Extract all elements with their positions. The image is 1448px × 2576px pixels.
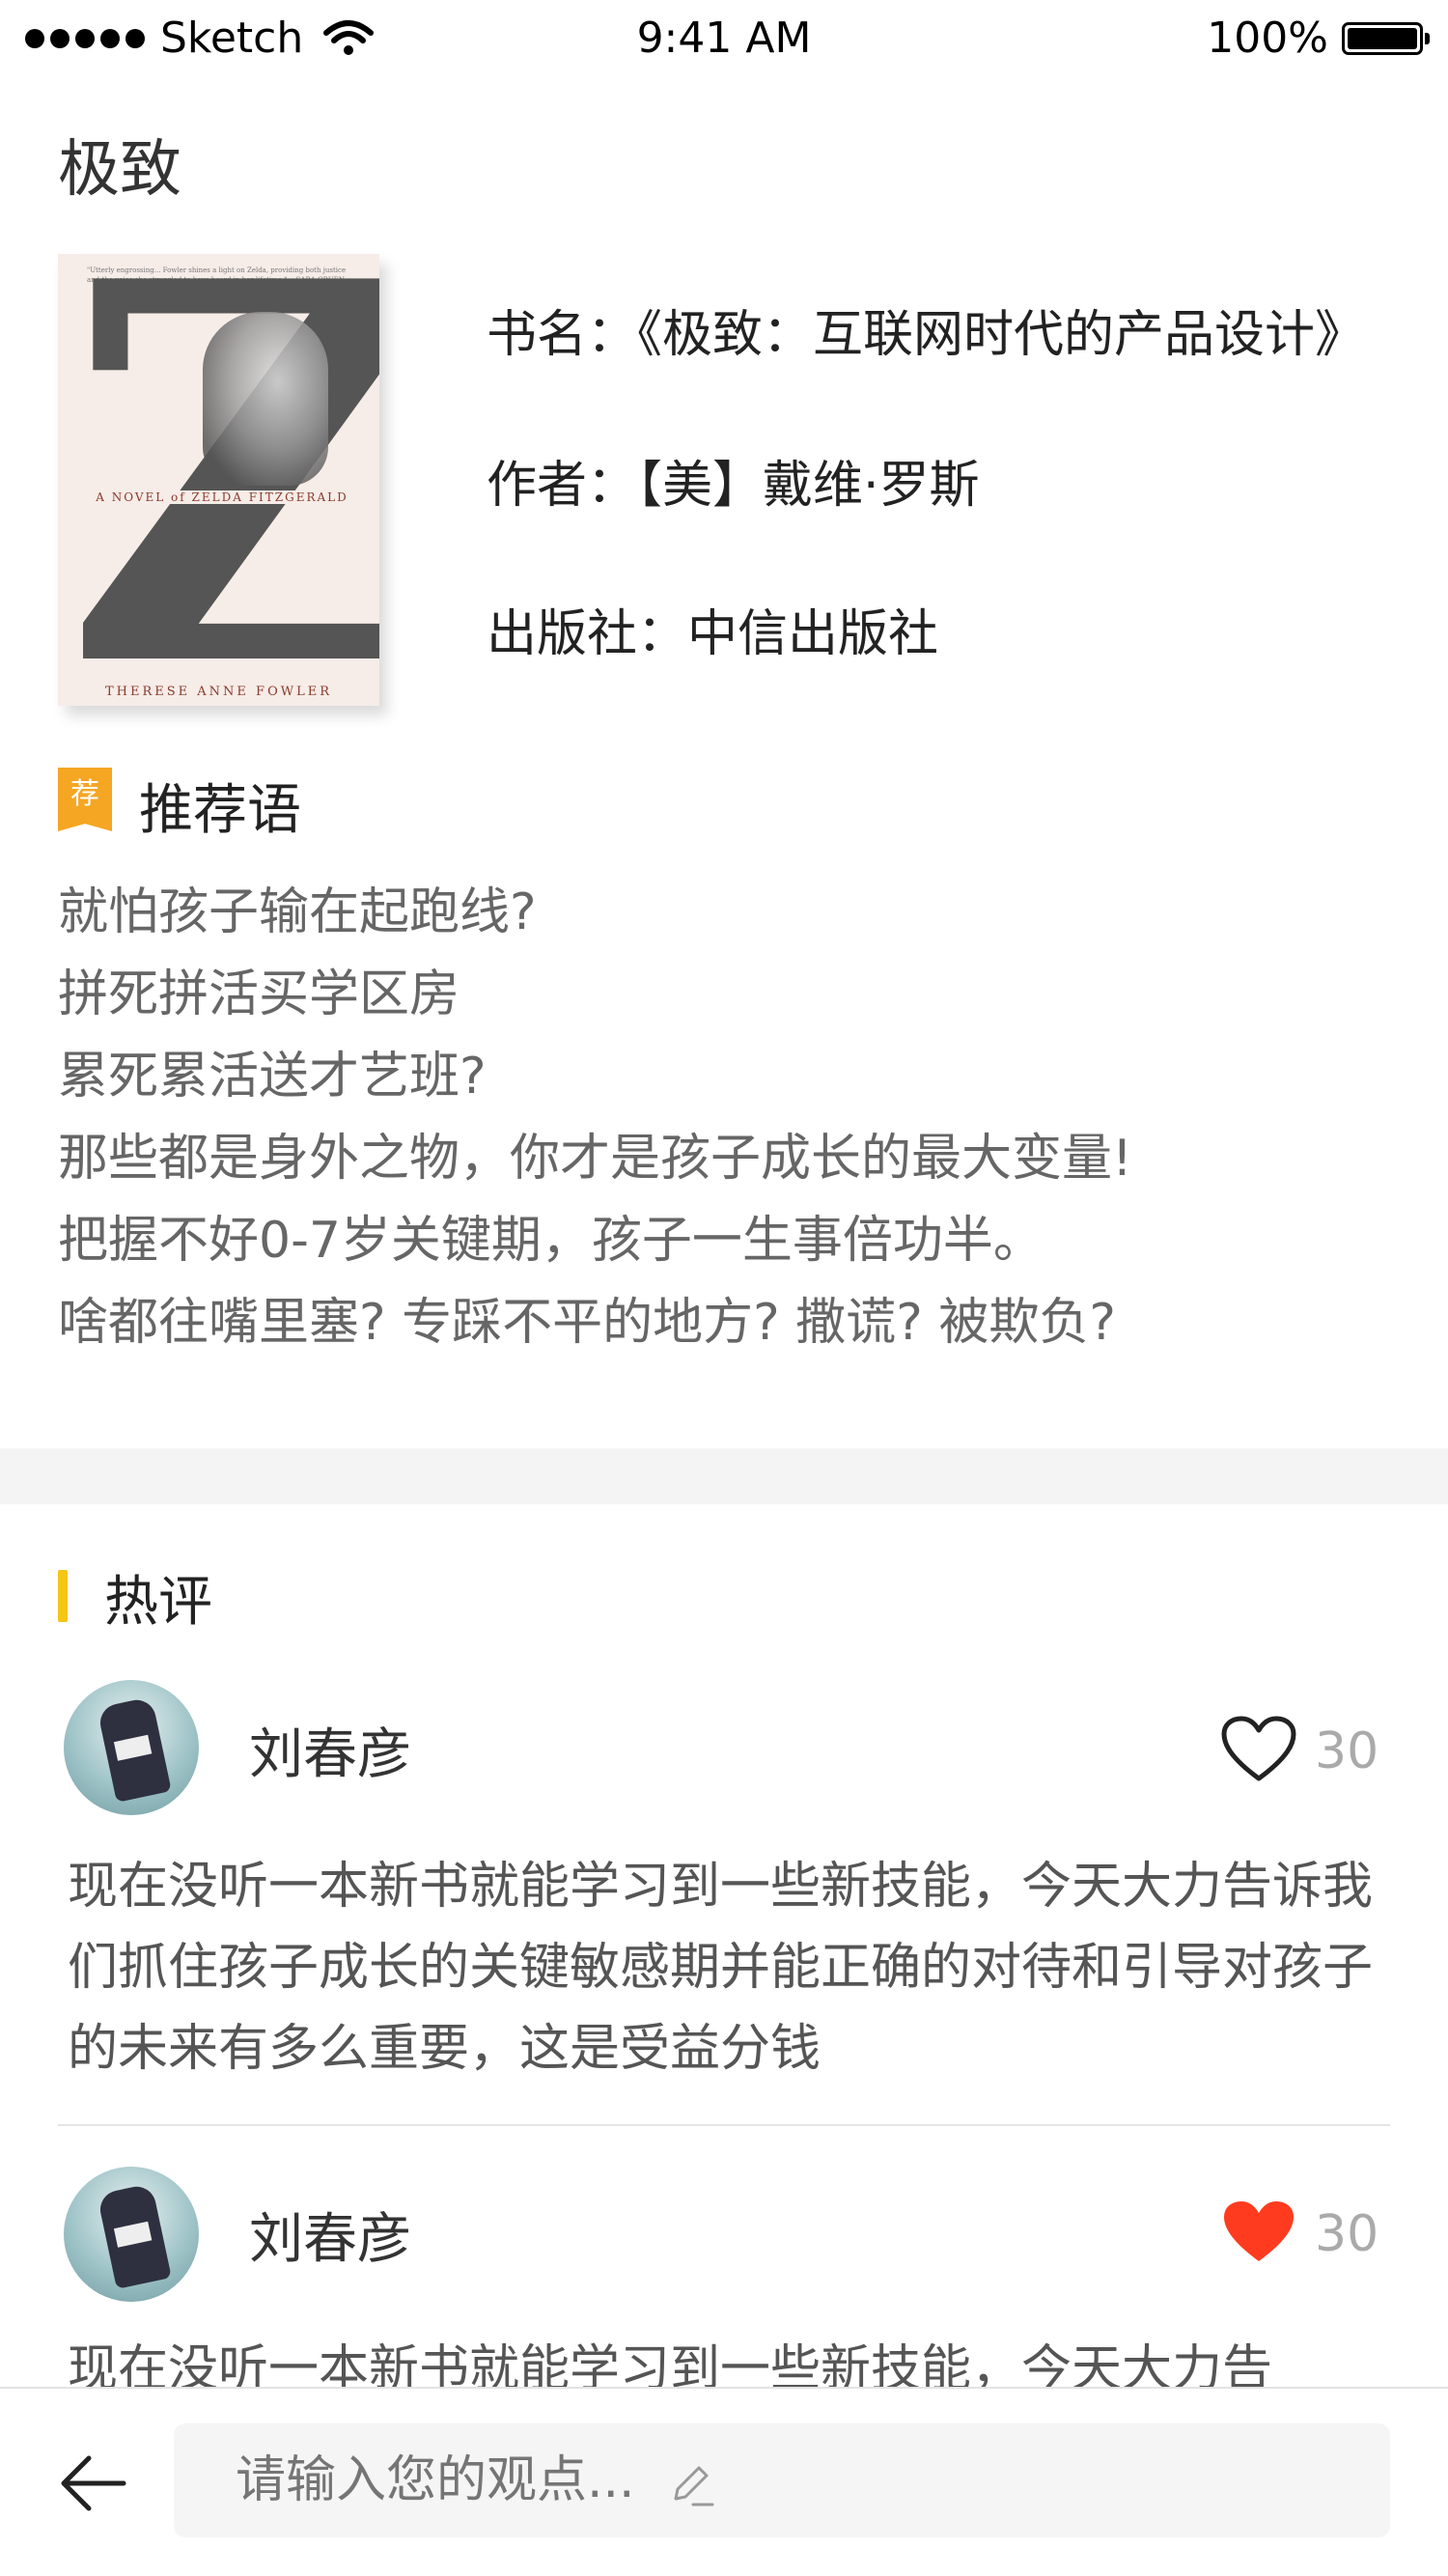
hot-comments-title: 热评 bbox=[104, 1571, 212, 1634]
book-title: 书名：《极致：互联网时代的产品设计》 bbox=[487, 306, 1366, 364]
recommend-line: 啥都往嘴里塞? 专踩不平的地方? 撒谎? 被欺负? bbox=[58, 1294, 1116, 1352]
recommend-line: 拼死拼活买学区房 bbox=[58, 966, 460, 1023]
recommend-line: 就怕孩子输在起跑线? bbox=[58, 883, 537, 941]
heart-outline-icon[interactable] bbox=[1220, 1715, 1297, 1784]
battery-percent: 100% bbox=[1207, 14, 1328, 63]
section-divider bbox=[0, 1448, 1448, 1504]
recommend-title: 推荐语 bbox=[139, 779, 301, 842]
back-arrow-icon[interactable] bbox=[56, 2447, 129, 2520]
comment-input[interactable] bbox=[174, 2423, 1390, 2537]
book-cover[interactable]: "Utterly engrossing... Fowler shines a l… bbox=[58, 254, 379, 706]
cover-tagline: A NOVEL of ZELDA FITZGERALD bbox=[77, 490, 367, 504]
cover-portrait bbox=[203, 312, 328, 486]
battery-status: 100% bbox=[1207, 14, 1430, 63]
book-author: 作者：【美】戴维·罗斯 bbox=[487, 457, 980, 515]
battery-icon bbox=[1342, 21, 1430, 55]
comment-username[interactable]: 刘春彦 bbox=[249, 2196, 411, 2274]
recommend-line: 累死累活送才艺班? bbox=[58, 1048, 487, 1106]
hot-accent-bar bbox=[58, 1570, 68, 1622]
comment-username[interactable]: 刘春彦 bbox=[249, 1711, 411, 1789]
recommend-line: 把握不好0-7岁关键期，孩子一生事倍功半。 bbox=[58, 1212, 1044, 1270]
page-title: 极致 bbox=[58, 134, 181, 206]
like-count: 30 bbox=[1315, 1722, 1379, 1780]
like-count: 30 bbox=[1315, 2205, 1379, 2263]
comment-divider bbox=[58, 2124, 1390, 2126]
avatar[interactable] bbox=[64, 2167, 199, 2302]
heart-filled-icon[interactable] bbox=[1220, 2198, 1297, 2267]
status-bar: Sketch 9:41 AM 100% bbox=[0, 0, 1448, 83]
book-publisher: 出版社：中信出版社 bbox=[487, 605, 939, 663]
cover-author: THERESE ANNE FOWLER bbox=[104, 685, 332, 699]
recommend-badge: 荐 bbox=[58, 768, 112, 831]
recommend-line: 那些都是身外之物，你才是孩子成长的最大变量! bbox=[58, 1130, 1132, 1188]
comment-text: 现在没听一本新书就能学习到一些新技能，今天大力告诉我们抓住孩子成长的关键敏感期并… bbox=[68, 1858, 1374, 2078]
pencil-icon bbox=[674, 2466, 714, 2506]
comment-text: 现在没听一本新书就能学习到一些新技能，今天大力告 bbox=[68, 2340, 1273, 2387]
avatar[interactable] bbox=[64, 1680, 199, 1815]
